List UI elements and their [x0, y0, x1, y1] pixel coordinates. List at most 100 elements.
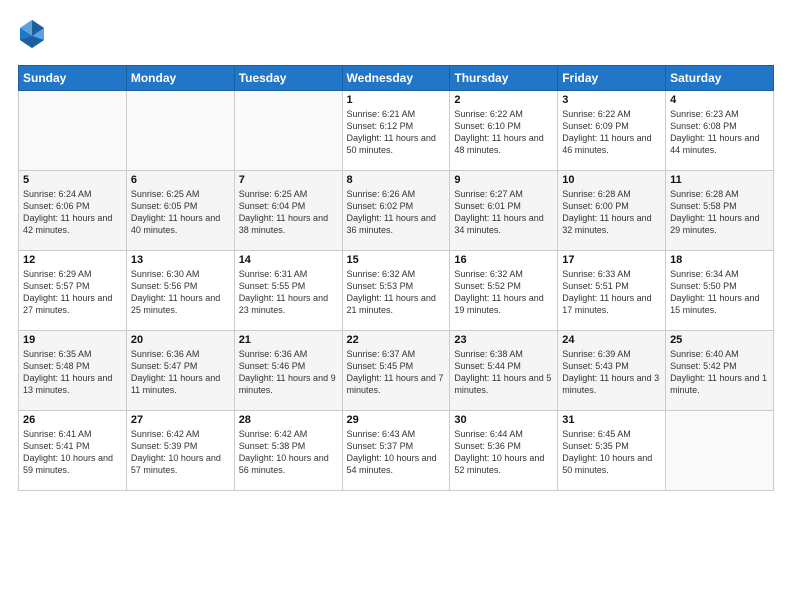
- calendar-cell: 20 Sunrise: 6:36 AMSunset: 5:47 PMDayligh…: [126, 331, 234, 411]
- calendar-day-header: Thursday: [450, 66, 558, 91]
- calendar-cell: 25Sunrise: 6:40 AMSunset: 5:42 PMDayligh…: [666, 331, 774, 411]
- header: [18, 18, 774, 55]
- calendar-week-row: 26Sunrise: 6:41 AMSunset: 5:41 PMDayligh…: [19, 411, 774, 491]
- day-info: Sunrise: 6:32 AMSunset: 5:52 PMDaylight:…: [454, 268, 553, 317]
- calendar-week-row: 1 Sunrise: 6:21 AMSunset: 6:12 PMDaylight…: [19, 91, 774, 171]
- calendar-cell: 2 Sunrise: 6:22 AMSunset: 6:10 PMDaylight…: [450, 91, 558, 171]
- day-number: 22: [347, 334, 446, 346]
- day-info: Sunrise: 6:42 AMSunset: 5:39 PMDaylight:…: [131, 428, 230, 477]
- calendar-cell: 15 Sunrise: 6:32 AMSunset: 5:53 PMDayligh…: [342, 251, 450, 331]
- calendar-cell: 12 Sunrise: 6:29 AMSunset: 5:57 PMDayligh…: [19, 251, 127, 331]
- calendar-cell: 11Sunrise: 6:28 AMSunset: 5:58 PMDayligh…: [666, 171, 774, 251]
- day-number: 30: [454, 414, 553, 426]
- calendar-cell: [126, 91, 234, 171]
- day-info: Sunrise: 6:35 AMSunset: 5:48 PMDaylight:…: [23, 348, 122, 397]
- day-number: 9: [454, 174, 553, 186]
- calendar-cell: 29Sunrise: 6:43 AMSunset: 5:37 PMDayligh…: [342, 411, 450, 491]
- day-info: Sunrise: 6:42 AMSunset: 5:38 PMDaylight:…: [239, 428, 338, 477]
- day-info: Sunrise: 6:30 AMSunset: 5:56 PMDaylight:…: [131, 268, 230, 317]
- calendar-day-header: Tuesday: [234, 66, 342, 91]
- calendar-header-row: SundayMondayTuesdayWednesdayThursdayFrid…: [19, 66, 774, 91]
- day-number: 14: [239, 254, 338, 266]
- calendar-cell: 23 Sunrise: 6:38 AMSunset: 5:44 PMDayligh…: [450, 331, 558, 411]
- calendar-cell: 3 Sunrise: 6:22 AMSunset: 6:09 PMDaylight…: [558, 91, 666, 171]
- day-info: Sunrise: 6:33 AMSunset: 5:51 PMDaylight:…: [562, 268, 661, 317]
- day-number: 6: [131, 174, 230, 186]
- day-info: Sunrise: 6:21 AMSunset: 6:12 PMDaylight:…: [347, 108, 446, 157]
- day-number: 18: [670, 254, 769, 266]
- day-number: 1: [347, 94, 446, 106]
- day-info: Sunrise: 6:36 AMSunset: 5:47 PMDaylight:…: [131, 348, 230, 397]
- calendar-cell: 27 Sunrise: 6:42 AMSunset: 5:39 PMDayligh…: [126, 411, 234, 491]
- calendar-cell: [234, 91, 342, 171]
- day-number: 2: [454, 94, 553, 106]
- calendar-cell: 30 Sunrise: 6:44 AMSunset: 5:36 PMDayligh…: [450, 411, 558, 491]
- day-number: 31: [562, 414, 661, 426]
- calendar-cell: 14Sunrise: 6:31 AMSunset: 5:55 PMDayligh…: [234, 251, 342, 331]
- day-info: Sunrise: 6:45 AMSunset: 5:35 PMDaylight:…: [562, 428, 661, 477]
- day-number: 3: [562, 94, 661, 106]
- calendar-cell: 6Sunrise: 6:25 AMSunset: 6:05 PMDaylight…: [126, 171, 234, 251]
- calendar-cell: [19, 91, 127, 171]
- day-info: Sunrise: 6:37 AMSunset: 5:45 PMDaylight:…: [347, 348, 446, 397]
- day-info: Sunrise: 6:44 AMSunset: 5:36 PMDaylight:…: [454, 428, 553, 477]
- day-number: 12: [23, 254, 122, 266]
- day-info: Sunrise: 6:22 AMSunset: 6:09 PMDaylight:…: [562, 108, 661, 157]
- day-info: Sunrise: 6:32 AMSunset: 5:53 PMDaylight:…: [347, 268, 446, 317]
- day-info: Sunrise: 6:24 AMSunset: 6:06 PMDaylight:…: [23, 188, 122, 237]
- day-number: 20: [131, 334, 230, 346]
- day-number: 25: [670, 334, 769, 346]
- day-number: 7: [239, 174, 338, 186]
- calendar-cell: 24Sunrise: 6:39 AMSunset: 5:43 PMDayligh…: [558, 331, 666, 411]
- calendar-cell: 9 Sunrise: 6:27 AMSunset: 6:01 PMDaylight…: [450, 171, 558, 251]
- day-number: 21: [239, 334, 338, 346]
- calendar-day-header: Friday: [558, 66, 666, 91]
- day-info: Sunrise: 6:27 AMSunset: 6:01 PMDaylight:…: [454, 188, 553, 237]
- logo: [18, 18, 50, 55]
- day-number: 23: [454, 334, 553, 346]
- calendar-cell: 26Sunrise: 6:41 AMSunset: 5:41 PMDayligh…: [19, 411, 127, 491]
- day-info: Sunrise: 6:36 AMSunset: 5:46 PMDaylight:…: [239, 348, 338, 397]
- calendar-cell: 28 Sunrise: 6:42 AMSunset: 5:38 PMDayligh…: [234, 411, 342, 491]
- calendar-week-row: 19 Sunrise: 6:35 AMSunset: 5:48 PMDayligh…: [19, 331, 774, 411]
- day-number: 24: [562, 334, 661, 346]
- calendar-cell: 17Sunrise: 6:33 AMSunset: 5:51 PMDayligh…: [558, 251, 666, 331]
- calendar-day-header: Saturday: [666, 66, 774, 91]
- calendar-cell: 13Sunrise: 6:30 AMSunset: 5:56 PMDayligh…: [126, 251, 234, 331]
- day-info: Sunrise: 6:23 AMSunset: 6:08 PMDaylight:…: [670, 108, 769, 157]
- day-info: Sunrise: 6:28 AMSunset: 6:00 PMDaylight:…: [562, 188, 661, 237]
- calendar-cell: 31 Sunrise: 6:45 AMSunset: 5:35 PMDayligh…: [558, 411, 666, 491]
- calendar-cell: 4 Sunrise: 6:23 AMSunset: 6:08 PMDaylight…: [666, 91, 774, 171]
- page: SundayMondayTuesdayWednesdayThursdayFrid…: [0, 0, 792, 612]
- calendar-cell: 5 Sunrise: 6:24 AMSunset: 6:06 PMDaylight…: [19, 171, 127, 251]
- calendar-cell: 21 Sunrise: 6:36 AMSunset: 5:46 PMDayligh…: [234, 331, 342, 411]
- day-number: 8: [347, 174, 446, 186]
- day-info: Sunrise: 6:22 AMSunset: 6:10 PMDaylight:…: [454, 108, 553, 157]
- day-number: 4: [670, 94, 769, 106]
- day-info: Sunrise: 6:34 AMSunset: 5:50 PMDaylight:…: [670, 268, 769, 317]
- calendar-cell: 1 Sunrise: 6:21 AMSunset: 6:12 PMDaylight…: [342, 91, 450, 171]
- day-info: Sunrise: 6:41 AMSunset: 5:41 PMDaylight:…: [23, 428, 122, 477]
- day-info: Sunrise: 6:38 AMSunset: 5:44 PMDaylight:…: [454, 348, 553, 397]
- day-info: Sunrise: 6:26 AMSunset: 6:02 PMDaylight:…: [347, 188, 446, 237]
- day-number: 16: [454, 254, 553, 266]
- calendar-cell: 7Sunrise: 6:25 AMSunset: 6:04 PMDaylight…: [234, 171, 342, 251]
- calendar-day-header: Sunday: [19, 66, 127, 91]
- calendar-cell: 16 Sunrise: 6:32 AMSunset: 5:52 PMDayligh…: [450, 251, 558, 331]
- day-info: Sunrise: 6:43 AMSunset: 5:37 PMDaylight:…: [347, 428, 446, 477]
- day-number: 19: [23, 334, 122, 346]
- calendar-cell: 8 Sunrise: 6:26 AMSunset: 6:02 PMDaylight…: [342, 171, 450, 251]
- calendar-day-header: Wednesday: [342, 66, 450, 91]
- calendar-cell: [666, 411, 774, 491]
- day-number: 27: [131, 414, 230, 426]
- calendar-day-header: Monday: [126, 66, 234, 91]
- day-number: 10: [562, 174, 661, 186]
- day-info: Sunrise: 6:29 AMSunset: 5:57 PMDaylight:…: [23, 268, 122, 317]
- day-number: 5: [23, 174, 122, 186]
- day-number: 15: [347, 254, 446, 266]
- calendar-week-row: 5 Sunrise: 6:24 AMSunset: 6:06 PMDaylight…: [19, 171, 774, 251]
- day-number: 28: [239, 414, 338, 426]
- calendar-cell: 19 Sunrise: 6:35 AMSunset: 5:48 PMDayligh…: [19, 331, 127, 411]
- logo-icon: [18, 18, 46, 55]
- day-number: 11: [670, 174, 769, 186]
